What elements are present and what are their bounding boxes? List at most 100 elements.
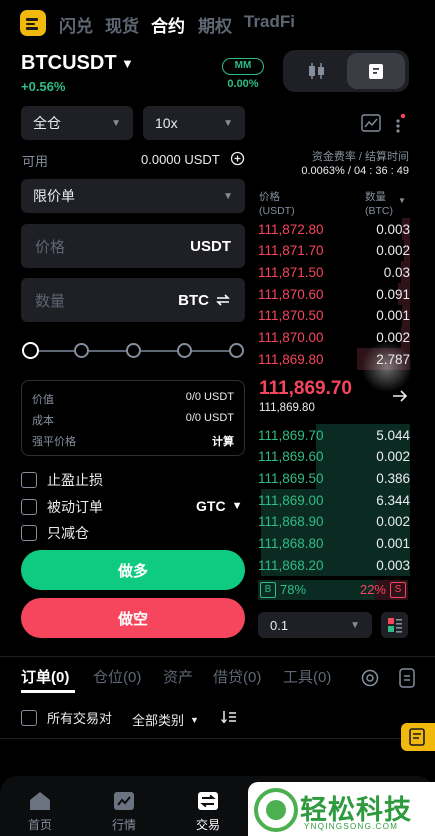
bid-price: 111,869.50 <box>258 470 324 486</box>
ask-row[interactable]: 111,870.60 0.091 <box>258 283 410 306</box>
qty-unit-caret-icon[interactable]: ▼ <box>398 196 406 205</box>
bid-qty: 0.001 <box>376 536 410 551</box>
post-only-label: 被动订单 <box>47 499 103 515</box>
tab-positions[interactable]: 仓位(0) <box>93 666 141 687</box>
divider <box>0 738 435 739</box>
tab-tradfi[interactable]: TradFi <box>244 12 295 32</box>
view-toggle[interactable] <box>283 50 409 92</box>
cost-amount: 0/0 USDT <box>185 412 234 424</box>
arrow-right-icon[interactable] <box>392 389 408 403</box>
tab-assets[interactable]: 资产 <box>163 666 193 687</box>
bid-row[interactable]: 111,869.60 0.002 <box>258 445 410 468</box>
sell-tag: S <box>390 582 406 598</box>
ask-price: 111,871.70 <box>258 243 324 259</box>
mm-badge[interactable]: MM <box>222 58 264 75</box>
floating-assistant-button[interactable] <box>401 723 435 751</box>
bid-qty: 0.003 <box>376 557 410 573</box>
trade-view-button[interactable] <box>347 53 405 89</box>
settings-gear-icon[interactable] <box>360 668 380 688</box>
tpsl-checkbox[interactable] <box>21 472 37 488</box>
bid-qty: 0.002 <box>376 449 410 465</box>
slider-knob-75[interactable] <box>177 343 192 358</box>
ob-price-header: 价格 (USDT) <box>259 190 295 218</box>
bid-price: 111,868.80 <box>258 536 324 551</box>
tab-options[interactable]: 期权 <box>198 12 232 37</box>
more-options-icon[interactable] <box>393 113 407 135</box>
available-label: 可用 <box>22 154 49 169</box>
sort-icon[interactable] <box>221 710 237 724</box>
symbol-title[interactable]: BTCUSDT <box>21 52 117 75</box>
sell-short-button[interactable]: 做空 <box>21 598 245 638</box>
bid-row[interactable]: 111,869.70 5.044 <box>258 424 410 446</box>
symbol-dropdown-icon[interactable]: ▼ <box>121 56 134 71</box>
nav-trade[interactable]: 交易 <box>178 790 238 833</box>
menu-logo-icon[interactable] <box>20 10 46 36</box>
all-pairs-label: 所有交易对 <box>47 711 113 726</box>
tab-spot[interactable]: 现货 <box>105 12 139 37</box>
cost-label: 成本 <box>32 415 54 427</box>
tab-futures[interactable]: 合约 <box>151 12 185 37</box>
tab-tools[interactable]: 工具(0) <box>283 666 331 687</box>
nav-markets-label: 行情 <box>111 818 136 832</box>
bid-row[interactable]: 111,868.80 0.001 <box>258 532 410 555</box>
category-filter-value: 全部类别 <box>132 713 185 728</box>
tif-select[interactable]: GTC ▼ <box>196 498 242 514</box>
chart-view-button[interactable] <box>287 53 345 89</box>
value-label: 价值 <box>32 394 54 406</box>
orderbook-layout-button[interactable] <box>381 612 408 638</box>
price-input[interactable]: 价格 USDT <box>21 224 245 268</box>
tif-value: GTC <box>196 498 226 514</box>
value-amount: 0/0 USDT <box>185 391 234 403</box>
bid-row[interactable]: 111,869.00 6.344 <box>258 489 410 512</box>
ask-qty: 0.03 <box>383 264 410 280</box>
tab-loans[interactable]: 借贷(0) <box>213 666 261 687</box>
caret-down-icon: ▼ <box>223 190 233 202</box>
ask-row[interactable]: 111,872.80 0.003 <box>258 218 410 240</box>
post-only-checkbox[interactable] <box>21 499 37 515</box>
tab-convert[interactable]: 闪兑 <box>59 12 93 37</box>
slider-knob-25[interactable] <box>74 343 89 358</box>
divider <box>0 656 435 657</box>
ask-qty: 0.003 <box>376 221 410 237</box>
ask-price: 111,871.50 <box>258 264 324 280</box>
liq-price-calc-link[interactable]: 计算 <box>212 433 234 449</box>
last-price[interactable]: 111,869.70 <box>259 378 352 400</box>
ask-row[interactable]: 111,870.50 0.001 <box>258 304 410 327</box>
post-only-checkbox-row[interactable]: 被动订单 <box>21 497 103 517</box>
slider-knob-0[interactable] <box>22 342 39 359</box>
category-filter[interactable]: 全部类别 ▼ <box>132 710 199 729</box>
ob-price-header-label: 价格 <box>259 191 280 203</box>
precision-select[interactable]: 0.1 ▼ <box>258 612 372 638</box>
nav-markets[interactable]: 行情 <box>94 790 154 833</box>
margin-mode-select[interactable]: 全仓 ▼ <box>21 106 133 140</box>
quantity-input[interactable]: 数量 BTC <box>21 278 245 322</box>
chart-toggle-icon[interactable] <box>361 114 381 132</box>
tpsl-label: 止盈止损 <box>47 472 103 488</box>
reduce-only-checkbox-row[interactable]: 只减仓 <box>21 523 89 543</box>
bid-price: 111,868.90 <box>258 514 324 530</box>
price-placeholder: 价格 <box>35 238 66 256</box>
all-pairs-checkbox[interactable] <box>21 709 37 726</box>
bid-row[interactable]: 111,868.90 0.002 <box>258 510 410 533</box>
nav-home[interactable]: 首页 <box>10 790 70 833</box>
ask-row[interactable]: 111,871.70 0.002 <box>258 239 410 262</box>
leverage-select[interactable]: 10x ▼ <box>143 106 245 140</box>
tab-orders[interactable]: 订单(0) <box>21 666 69 687</box>
ask-qty: 0.002 <box>376 330 410 345</box>
reduce-only-checkbox[interactable] <box>21 525 37 541</box>
order-history-icon[interactable] <box>398 667 416 689</box>
slider-knob-50[interactable] <box>126 343 141 358</box>
order-type-select[interactable]: 限价单 ▼ <box>21 179 245 213</box>
buy-sell-ratio-bar: B 78% 22% S <box>258 580 408 600</box>
all-pairs-checkbox-row[interactable]: 所有交易对 <box>21 708 112 727</box>
buy-long-button[interactable]: 做多 <box>21 550 245 590</box>
funding-value[interactable]: 0.0063% / 04 : 36 : 49 <box>301 165 409 177</box>
slider-knob-100[interactable] <box>229 343 244 358</box>
bid-row[interactable]: 111,869.50 0.386 <box>258 467 410 490</box>
add-funds-icon[interactable] <box>230 151 245 166</box>
tpsl-checkbox-row[interactable]: 止盈止损 <box>21 470 103 490</box>
ob-qty-header[interactable]: 数量 (BTC) <box>365 190 393 218</box>
bid-row[interactable]: 111,868.20 0.003 <box>258 554 410 577</box>
ask-row[interactable]: 111,871.50 0.03 <box>258 261 410 284</box>
swap-unit-icon[interactable] <box>215 293 231 307</box>
